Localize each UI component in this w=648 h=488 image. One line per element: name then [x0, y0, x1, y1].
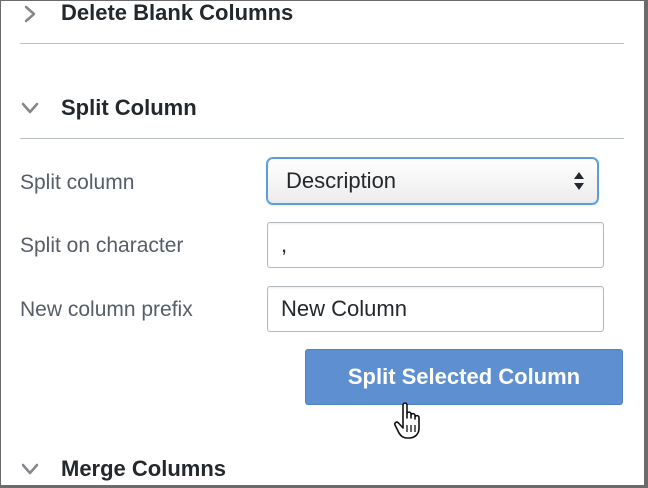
- divider: [20, 43, 624, 44]
- panel: Delete Blank Columns Split Column Split …: [0, 0, 648, 488]
- chevron-right-icon: [21, 5, 39, 23]
- chevron-down-icon: [21, 99, 39, 117]
- section-header-split-column[interactable]: Split Column: [21, 95, 197, 121]
- section-header-merge-columns[interactable]: Merge Columns: [21, 456, 226, 482]
- split-character-input[interactable]: ,: [267, 222, 604, 268]
- split-column-label: Split column: [20, 171, 135, 194]
- section-title: Delete Blank Columns: [61, 0, 294, 25]
- new-column-prefix-input[interactable]: New Column: [267, 286, 604, 332]
- new-column-prefix-label: New column prefix: [20, 298, 193, 321]
- section-title: Merge Columns: [61, 456, 227, 481]
- divider: [20, 138, 624, 139]
- section-header-delete-blank-columns[interactable]: Delete Blank Columns: [21, 1, 293, 27]
- split-character-label: Split on character: [20, 234, 184, 257]
- select-arrows-icon: [573, 169, 585, 193]
- split-selected-column-button[interactable]: Split Selected Column: [305, 349, 623, 405]
- hand-pointer-icon: [393, 401, 429, 441]
- section-title: Split Column: [61, 95, 197, 120]
- split-column-select-value: Description: [286, 168, 397, 193]
- chevron-down-icon: [21, 460, 39, 478]
- split-column-select[interactable]: Description: [267, 158, 598, 204]
